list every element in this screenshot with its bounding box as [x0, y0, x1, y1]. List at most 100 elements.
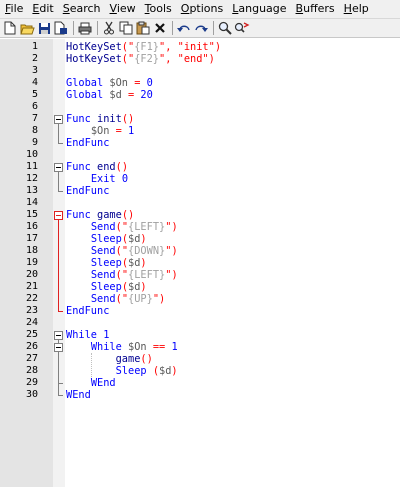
code-token: == — [152, 341, 166, 353]
code-token: $On — [109, 77, 129, 89]
line-number: 28 — [25, 365, 38, 376]
line-number: 23 — [25, 305, 38, 316]
menu-file[interactable]: File — [0, 0, 27, 18]
code-token: {DOWN} — [128, 245, 166, 257]
code-line[interactable]: Send("{LEFT}") — [66, 221, 178, 233]
fold-toggle[interactable] — [54, 163, 63, 172]
fold-toggle[interactable] — [54, 331, 63, 340]
fold-line — [58, 172, 59, 191]
code-token: HotKeySet — [66, 41, 122, 53]
code-line[interactable]: While 1 — [66, 329, 109, 341]
print-icon[interactable] — [77, 20, 93, 36]
code-line[interactable]: Func end() — [66, 161, 128, 173]
fold-margin[interactable] — [53, 39, 65, 487]
code-line[interactable]: Global $On = 0 — [66, 77, 153, 89]
code-token: game — [115, 353, 141, 365]
code-line[interactable]: HotKeySet("{F2}", "end") — [66, 53, 215, 65]
open-folder-icon[interactable] — [19, 20, 35, 36]
find-icon[interactable] — [217, 20, 233, 36]
code-token: {UP} — [128, 293, 153, 305]
line-number: 14 — [25, 197, 38, 208]
line-number-gutter: 1 2 3 4 5 6 7 8 9 10 11 12 13 14 15 16 17 18 19 20 21 22 23 24 2… — [0, 39, 53, 487]
code-token: WEnd — [90, 377, 116, 389]
save-as-icon[interactable] — [53, 20, 69, 36]
menu-help[interactable]: Help — [339, 0, 373, 18]
code-line[interactable]: Send("{UP}") — [66, 293, 165, 305]
code-token: Sleep — [90, 257, 122, 269]
paste-icon[interactable] — [135, 20, 151, 36]
code-line[interactable]: Global $d = 20 — [66, 89, 153, 101]
fold-toggle[interactable] — [54, 211, 63, 220]
menu-label: anguage — [238, 2, 287, 15]
code-line[interactable]: Sleep ($d) — [66, 365, 178, 377]
code-line[interactable]: EndFunc — [66, 137, 109, 149]
code-line[interactable]: Func init() — [66, 113, 134, 125]
line-number: 11 — [25, 161, 38, 172]
copy-icon[interactable] — [118, 20, 134, 36]
code-area[interactable]: HotKeySet("{F1}", "init") HotKeySet("{F2}… — [66, 39, 400, 487]
line-number: 3 — [31, 65, 38, 76]
code-editor[interactable]: 1 2 3 4 5 6 7 8 9 10 11 12 13 14 15 16 17 18 19 20 21 22 23 24 2… — [0, 39, 400, 487]
code-line[interactable]: EndFunc — [66, 185, 109, 197]
line-number: 15 — [25, 209, 38, 220]
code-line[interactable]: WEnd — [66, 389, 91, 401]
code-token: Sleep — [90, 281, 122, 293]
menu-language[interactable]: Language — [227, 0, 290, 18]
fold-line — [58, 124, 59, 143]
code-line[interactable]: Func game() — [66, 209, 134, 221]
menu-label: ile — [10, 2, 24, 15]
line-number: 24 — [25, 317, 38, 328]
code-line[interactable]: Sleep($d) — [66, 281, 147, 293]
code-token: () — [121, 113, 135, 125]
code-token: Sleep — [90, 233, 122, 245]
code-token: Global — [66, 77, 104, 89]
redo-icon[interactable] — [193, 20, 209, 36]
menu-tools[interactable]: Tools — [140, 0, 176, 18]
code-token: ) — [208, 53, 215, 65]
code-line[interactable]: Sleep($d) — [66, 233, 147, 245]
code-line[interactable]: EndFunc — [66, 305, 109, 317]
code-token: {LEFT} — [128, 221, 166, 233]
replace-icon[interactable] — [234, 20, 250, 36]
fold-end — [58, 383, 63, 384]
save-icon[interactable] — [36, 20, 52, 36]
code-token: 0 — [121, 173, 129, 185]
code-token: Send — [90, 293, 116, 305]
code-token: () — [121, 209, 135, 221]
menu-edit[interactable]: Edit — [27, 0, 57, 18]
menu-buffers[interactable]: Buffers — [291, 0, 339, 18]
code-line[interactable]: Send("{LEFT}") — [66, 269, 178, 281]
menu-view[interactable]: View — [105, 0, 140, 18]
menu-search[interactable]: Search — [58, 0, 105, 18]
code-token: Exit — [90, 173, 116, 185]
code-token: Func — [66, 161, 91, 173]
code-line[interactable]: While $On == 1 — [66, 341, 178, 353]
fold-toggle[interactable] — [54, 115, 63, 124]
code-line[interactable]: Exit 0 — [66, 173, 128, 185]
code-line[interactable]: Send("{DOWN}") — [66, 245, 178, 257]
code-token: WEnd — [66, 389, 91, 401]
cut-icon[interactable] — [101, 20, 117, 36]
code-line[interactable]: Sleep($d) — [66, 257, 147, 269]
code-token: While — [66, 329, 97, 341]
new-file-icon[interactable] — [2, 20, 18, 36]
line-number: 29 — [25, 377, 38, 388]
indent-guide — [91, 353, 92, 377]
code-line[interactable]: HotKeySet("{F1}", "init") — [66, 41, 221, 53]
toolbar-separator — [172, 21, 173, 35]
menu-accelerator: V — [109, 2, 117, 15]
fold-toggle[interactable] — [54, 343, 63, 352]
code-token: {F2} — [134, 53, 160, 65]
code-line[interactable]: WEnd — [66, 377, 116, 389]
undo-icon[interactable] — [176, 20, 192, 36]
code-line[interactable]: game() — [66, 353, 153, 365]
menu-options[interactable]: Options — [176, 0, 227, 18]
code-token: $d — [109, 89, 122, 101]
code-token: 1 — [103, 329, 110, 341]
delete-icon[interactable] — [152, 20, 168, 36]
code-line[interactable]: $On = 1 — [66, 125, 134, 137]
